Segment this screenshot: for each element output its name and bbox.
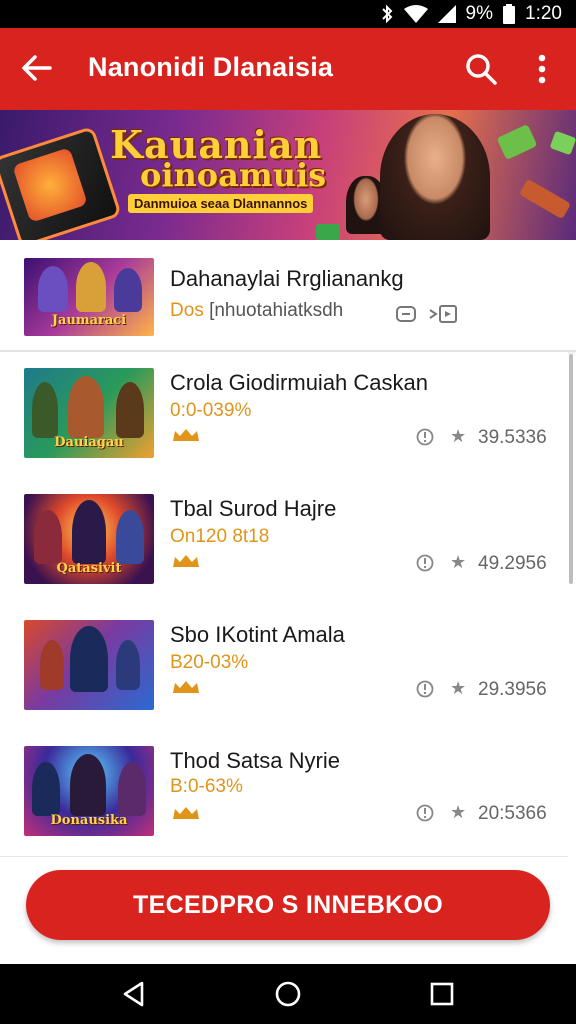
chat-bubble-icon[interactable] xyxy=(396,306,416,324)
primary-action-button[interactable]: TECEDPRO S INNEBKOO xyxy=(26,870,550,940)
crown-badge-icon xyxy=(173,555,199,567)
bluetooth-icon xyxy=(381,4,392,24)
game-count: 39.5336 xyxy=(478,427,547,448)
banner-decoration xyxy=(518,178,572,220)
app-title: Nanonidi Dlanaisia xyxy=(88,52,334,82)
more-vert-icon[interactable] xyxy=(530,52,554,86)
game-title: Sbo IKotint Amala xyxy=(170,622,345,647)
battery-icon xyxy=(503,4,516,24)
game-stat: 0:0-039% xyxy=(170,400,252,421)
banner-decoration xyxy=(549,130,576,156)
banner-tagline: Danmuioa seaa Dlannannos xyxy=(128,194,314,213)
game-thumbnail[interactable] xyxy=(24,620,154,710)
info-icon[interactable] xyxy=(416,428,434,446)
banner-decoration xyxy=(316,224,340,240)
game-thumbnail[interactable]: Qatasivit xyxy=(24,494,154,584)
game-stat: On120 8t18 xyxy=(170,526,270,547)
thumbnail-caption: Jaumaraci xyxy=(51,313,127,328)
info-icon[interactable] xyxy=(416,680,434,698)
share-box-icon[interactable] xyxy=(428,304,458,324)
wifi-icon xyxy=(403,5,428,23)
banner-decoration xyxy=(496,123,538,161)
featured-game-thumbnail[interactable]: Jaumaraci xyxy=(24,258,154,336)
game-count: 49.2956 xyxy=(478,553,547,574)
game-stat: B20-03% xyxy=(170,652,249,673)
status-bar: 9% 1:20 xyxy=(0,0,576,28)
thumbnail-caption: Dauiagau xyxy=(54,435,124,450)
scrollbar[interactable] xyxy=(569,354,573,584)
info-icon[interactable] xyxy=(416,804,434,822)
banner-subheadline: oinoamuis xyxy=(140,156,327,194)
arrow-left-icon[interactable] xyxy=(20,51,54,85)
game-thumbnail[interactable]: Dauiagau xyxy=(24,368,154,458)
star-icon: ★ xyxy=(450,426,467,446)
circle-home-icon[interactable] xyxy=(274,980,302,1008)
game-title: Tbal Surod Hajre xyxy=(170,496,337,521)
phone-illustration xyxy=(0,125,122,240)
star-icon: ★ xyxy=(450,802,467,822)
crown-badge-icon xyxy=(173,807,199,819)
game-thumbnail[interactable]: Donausika xyxy=(24,746,154,836)
game-title: Crola Giodirmuiah Caskan xyxy=(170,370,428,395)
info-icon[interactable] xyxy=(416,554,434,572)
featured-game-subtitle: Dos [nhuotahiatksdh xyxy=(170,300,343,322)
system-nav-bar xyxy=(0,964,576,1024)
featured-prefix: Dos xyxy=(170,300,204,321)
star-icon: ★ xyxy=(450,678,467,698)
featured-subtext: [nhuotahiatksdh xyxy=(209,300,344,321)
crown-badge-icon xyxy=(173,429,199,441)
game-title: Thod Satsa Nyrie xyxy=(170,748,340,773)
square-recents-icon[interactable] xyxy=(428,980,456,1008)
signal-icon xyxy=(437,5,456,23)
game-count: 29.3956 xyxy=(478,679,547,700)
game-stat: B:0-63% xyxy=(170,776,243,797)
clock-time: 1:20 xyxy=(525,3,562,24)
thumbnail-caption: Qatasivit xyxy=(56,561,122,576)
battery-text: 9% xyxy=(465,3,494,24)
game-count: 20:5366 xyxy=(478,803,547,824)
banner-character xyxy=(380,114,490,240)
star-icon: ★ xyxy=(450,552,467,572)
promo-banner[interactable]: Kauanian oinoamuis Danmuioa seaa Dlannan… xyxy=(0,110,576,240)
featured-game-title: Dahanaylai Rrglianankg xyxy=(170,266,404,291)
triangle-back-icon[interactable] xyxy=(120,980,148,1008)
app-bar: Nanonidi Dlanaisia xyxy=(0,28,576,110)
crown-badge-icon xyxy=(173,681,199,693)
thumbnail-caption: Donausika xyxy=(50,813,128,828)
search-icon[interactable] xyxy=(464,52,498,86)
